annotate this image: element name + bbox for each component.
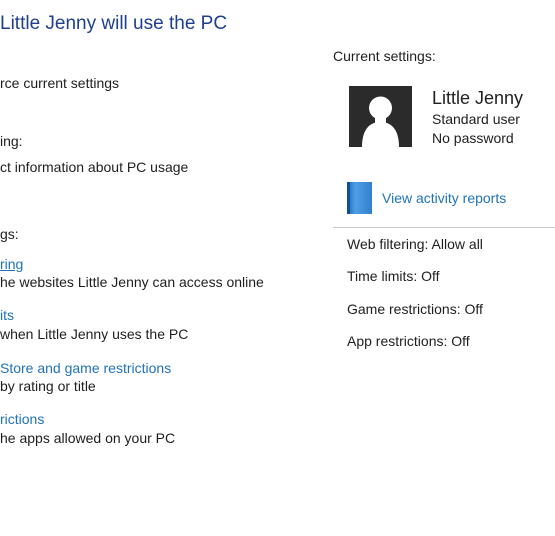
web-filtering-status: Web filtering: Allow all bbox=[347, 236, 483, 252]
time-limits-status: Time limits: Off bbox=[347, 268, 440, 284]
windows-settings-label: gs: bbox=[0, 226, 19, 242]
app-restrictions-status: App restrictions: Off bbox=[347, 333, 470, 349]
enforce-settings-text: rce current settings bbox=[0, 75, 120, 91]
web-filtering-link[interactable]: ring bbox=[0, 256, 23, 272]
web-filtering-desc: he websites Little Jenny can access onli… bbox=[0, 274, 264, 290]
game-restrictions-desc: by rating or title bbox=[0, 378, 96, 394]
page-title: Little Jenny will use the PC bbox=[0, 13, 228, 34]
divider bbox=[333, 227, 555, 228]
current-settings-label: Current settings: bbox=[333, 48, 436, 64]
time-limits-link[interactable]: its bbox=[0, 307, 14, 323]
game-restrictions-link[interactable]: Store and game restrictions bbox=[0, 360, 171, 376]
game-restrictions-status: Game restrictions: Off bbox=[347, 301, 483, 317]
user-password-status: No password bbox=[432, 130, 514, 146]
app-restrictions-desc: he apps allowed on your PC bbox=[0, 430, 176, 446]
report-book-icon bbox=[347, 182, 372, 214]
user-account-type: Standard user bbox=[432, 111, 520, 127]
view-activity-reports-link[interactable]: View activity reports bbox=[382, 190, 506, 206]
user-name: Little Jenny bbox=[432, 88, 524, 108]
app-restrictions-link[interactable]: rictions bbox=[0, 411, 44, 427]
user-silhouette-icon bbox=[349, 86, 412, 147]
activity-reporting-label: ing: bbox=[0, 133, 23, 149]
activity-reporting-text: ct information about PC usage bbox=[0, 159, 189, 175]
time-limits-desc: when Little Jenny uses the PC bbox=[0, 326, 189, 342]
